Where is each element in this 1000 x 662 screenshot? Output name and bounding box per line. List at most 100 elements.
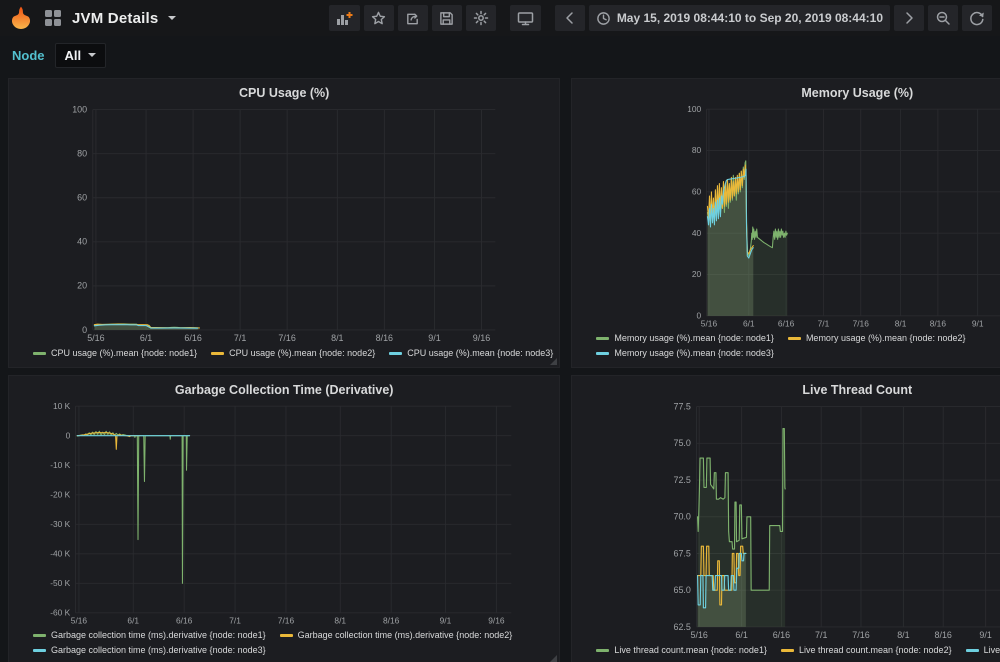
panel-title[interactable]: Garbage Collection Time (Derivative) [15,380,553,400]
y-tick-label: 72.5 [674,475,691,485]
time-range-text: May 15, 2019 08:44:10 to Sep 20, 2019 08… [617,11,883,25]
live-thread-count-plot[interactable]: 62.565.067.570.072.575.077.55/166/16/167… [578,400,1000,642]
legend-series-color [788,337,801,340]
time-range-button[interactable]: May 15, 2019 08:44:10 to Sep 20, 2019 08… [589,5,890,31]
panel-cpu-usage: CPU Usage (%) 0204060801005/166/16/167/1… [8,78,560,368]
x-tick-label: 8/16 [930,318,947,328]
x-tick-label: 9/16 [488,615,505,625]
add-panel-button[interactable] [329,5,360,31]
legend-series-color [33,634,46,637]
time-forward-button[interactable] [894,5,924,31]
y-tick-label: -50 K [50,578,70,588]
save-button[interactable] [432,5,462,31]
y-tick-label: 10 K [53,401,71,411]
y-tick-label: 20 [692,269,702,279]
x-tick-label: 7/16 [853,318,870,328]
y-tick-label: 75.0 [674,438,691,448]
legend-item[interactable]: Memory usage (%).mean {node: node2} [788,331,966,346]
star-button[interactable] [364,5,394,31]
y-tick-label: -40 K [50,548,70,558]
legend-series-color [33,649,46,652]
panel-resize-handle[interactable] [550,358,557,365]
variable-value-dropdown[interactable]: All [55,43,107,68]
share-button[interactable] [398,5,428,31]
legend-item[interactable]: CPU usage (%).mean {node: node1} [33,346,197,361]
cpu-usage-plot[interactable]: 0204060801005/166/16/167/17/168/18/169/1… [15,103,553,345]
legend-series-color [966,649,979,652]
legend-item[interactable]: Garbage collection time (ms).derivative … [280,628,513,643]
panel-resize-handle[interactable] [550,655,557,662]
legend-series-label: Live thread count.mean {node: node2} [799,643,952,658]
x-tick-label: 7/16 [278,333,295,343]
y-tick-label: 100 [72,104,87,114]
settings-button[interactable] [466,5,496,31]
y-tick-label: 60 [692,187,702,197]
gear-icon [473,10,489,26]
zoom-out-icon [935,10,951,26]
panel-title[interactable]: Live Thread Count [578,380,1000,400]
clock-icon [596,11,611,26]
x-tick-label: 9/1 [980,630,992,640]
legend-item[interactable]: Garbage collection time (ms).derivative … [33,643,266,658]
x-tick-label: 5/16 [701,318,718,328]
x-tick-label: 9/1 [428,333,440,343]
refresh-button[interactable] [962,5,992,31]
x-tick-label: 6/16 [778,318,795,328]
dashboards-grid-icon[interactable] [44,9,62,27]
y-tick-label: 77.5 [674,401,691,411]
legend-series-label: Memory usage (%).mean {node: node2} [806,331,966,346]
panel-title[interactable]: Memory Usage (%) [578,83,1000,103]
legend-item[interactable]: Live thread count.mean {node: node1} [596,643,767,658]
x-tick-label: 7/16 [853,630,870,640]
legend-series-color [389,352,402,355]
grafana-logo[interactable] [8,5,34,31]
y-tick-label: 60 [77,193,87,203]
legend-item[interactable]: Live thread count.mean {node: node3} [966,643,1000,658]
x-tick-label: 5/16 [71,615,88,625]
x-tick-label: 6/1 [743,318,755,328]
y-tick-label: 40 [692,228,702,238]
tv-monitor-icon [517,10,534,26]
y-tick-label: -20 K [50,489,70,499]
x-tick-label: 6/1 [127,615,139,625]
caret-down-icon[interactable] [168,16,176,20]
cycle-view-button[interactable] [510,5,541,31]
panel-title[interactable]: CPU Usage (%) [15,83,553,103]
x-tick-label: 8/1 [334,615,346,625]
time-back-button[interactable] [555,5,585,31]
zoom-out-button[interactable] [928,5,958,31]
memory-usage-plot[interactable]: 0204060801005/166/16/167/17/168/18/169/1… [578,103,1000,330]
submenu-bar: Node All [0,36,1000,74]
y-tick-label: 100 [688,104,702,114]
legend-item[interactable]: Memory usage (%).mean {node: node1} [596,331,774,346]
panel-gc-time: Garbage Collection Time (Derivative) 10 … [8,375,560,662]
legend-item[interactable]: Garbage collection time (ms).derivative … [33,628,266,643]
gc-time-plot[interactable]: 10 K0-10 K-20 K-30 K-40 K-50 K-60 K5/166… [15,400,553,627]
legend-series-label: CPU usage (%).mean {node: node3} [407,346,553,361]
legend-item[interactable]: Live thread count.mean {node: node2} [781,643,952,658]
chevron-right-icon [903,11,915,25]
y-tick-label: 67.5 [674,548,691,558]
x-tick-label: 7/1 [229,615,241,625]
top-nav: JVM Details [0,0,1000,36]
dashboard-title[interactable]: JVM Details [72,10,158,27]
cpu-usage-legend: CPU usage (%).mean {node: node1} CPU usag… [15,345,553,362]
x-tick-label: 9/1 [440,615,452,625]
x-tick-label: 6/16 [176,615,193,625]
x-tick-label: 9/1 [972,318,984,328]
legend-item[interactable]: CPU usage (%).mean {node: node2} [211,346,375,361]
y-tick-label: 0 [66,430,71,440]
legend-item[interactable]: Memory usage (%).mean {node: node3} [596,346,774,361]
y-tick-label: 40 [77,237,87,247]
legend-series-label: Live thread count.mean {node: node1} [614,643,767,658]
y-tick-label: 65.0 [674,585,691,595]
x-tick-label: 5/16 [691,630,708,640]
panel-live-thread-count: Live Thread Count 62.565.067.570.072.575… [571,375,1000,662]
star-icon [371,11,386,26]
x-tick-label: 8/1 [331,333,343,343]
legend-series-color [596,352,609,355]
legend-series-color [781,649,794,652]
y-tick-label: 62.5 [674,622,691,632]
legend-item[interactable]: CPU usage (%).mean {node: node3} [389,346,553,361]
memory-usage-legend: Memory usage (%).mean {node: node1}Memor… [578,330,1000,362]
